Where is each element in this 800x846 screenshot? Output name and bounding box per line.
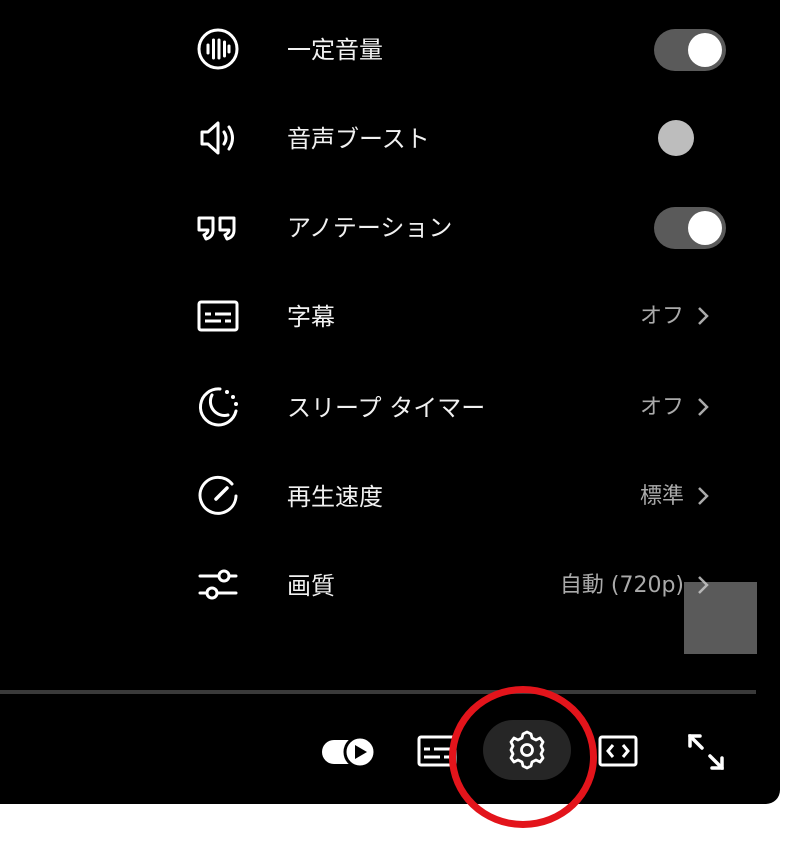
watermark-logo	[684, 582, 757, 654]
menu-item-label: スリープ タイマー	[287, 394, 486, 422]
menu-item-quality[interactable]: 画質 自動 (720p)	[180, 538, 740, 627]
menu-item-value: 標準	[639, 484, 684, 509]
theater-mode-button[interactable]	[598, 734, 638, 768]
fullscreen-icon	[688, 734, 724, 770]
menu-item-label: 字幕	[287, 303, 335, 331]
speaker-icon	[194, 114, 242, 162]
menu-item-playback-speed[interactable]: 再生速度 標準	[180, 449, 740, 538]
settings-menu: 一定音量 音声ブースト アノテーション 字幕 オフ スリープ タイマー オフ 再…	[180, 0, 740, 680]
sliders-icon	[194, 561, 242, 609]
menu-item-sleep-timer[interactable]: スリープ タイマー オフ	[180, 360, 740, 449]
annotations-toggle[interactable]	[654, 207, 726, 249]
voice-boost-indicator[interactable]	[658, 120, 694, 156]
subtitles-icon	[194, 292, 242, 340]
fullscreen-button[interactable]	[686, 732, 726, 772]
chevron-right-icon	[698, 398, 709, 416]
menu-item-label: 一定音量	[287, 36, 383, 64]
menu-item-value: オフ	[639, 304, 684, 329]
menu-item-value: オフ	[639, 395, 684, 420]
moon-icon	[194, 383, 242, 431]
autoplay-toggle[interactable]	[321, 734, 379, 770]
menu-item-annotations[interactable]: アノテーション	[180, 180, 740, 269]
menu-item-label: 再生速度	[287, 483, 383, 511]
autoplay-toggle-icon	[322, 735, 377, 769]
menu-item-stable-volume[interactable]: 一定音量	[180, 2, 740, 91]
progress-bar[interactable]	[0, 690, 756, 694]
menu-item-value: 自動 (720p)	[559, 573, 684, 598]
chevron-right-icon	[698, 487, 709, 505]
menu-item-label: アノテーション	[287, 214, 453, 242]
video-player: 一定音量 音声ブースト アノテーション 字幕 オフ スリープ タイマー オフ 再…	[0, 0, 780, 804]
highlight-circle	[449, 686, 597, 828]
annotation-quote-icon	[194, 203, 242, 251]
menu-item-voice-boost[interactable]: 音声ブースト	[180, 91, 740, 180]
theater-mode-icon	[598, 735, 638, 767]
chevron-right-icon	[698, 307, 709, 325]
stable-volume-toggle[interactable]	[654, 29, 726, 71]
stable-volume-icon	[194, 25, 242, 73]
menu-item-subtitles[interactable]: 字幕 オフ	[180, 269, 740, 358]
menu-item-label: 音声ブースト	[287, 125, 430, 153]
speedometer-icon	[194, 472, 242, 520]
menu-item-label: 画質	[287, 572, 335, 600]
